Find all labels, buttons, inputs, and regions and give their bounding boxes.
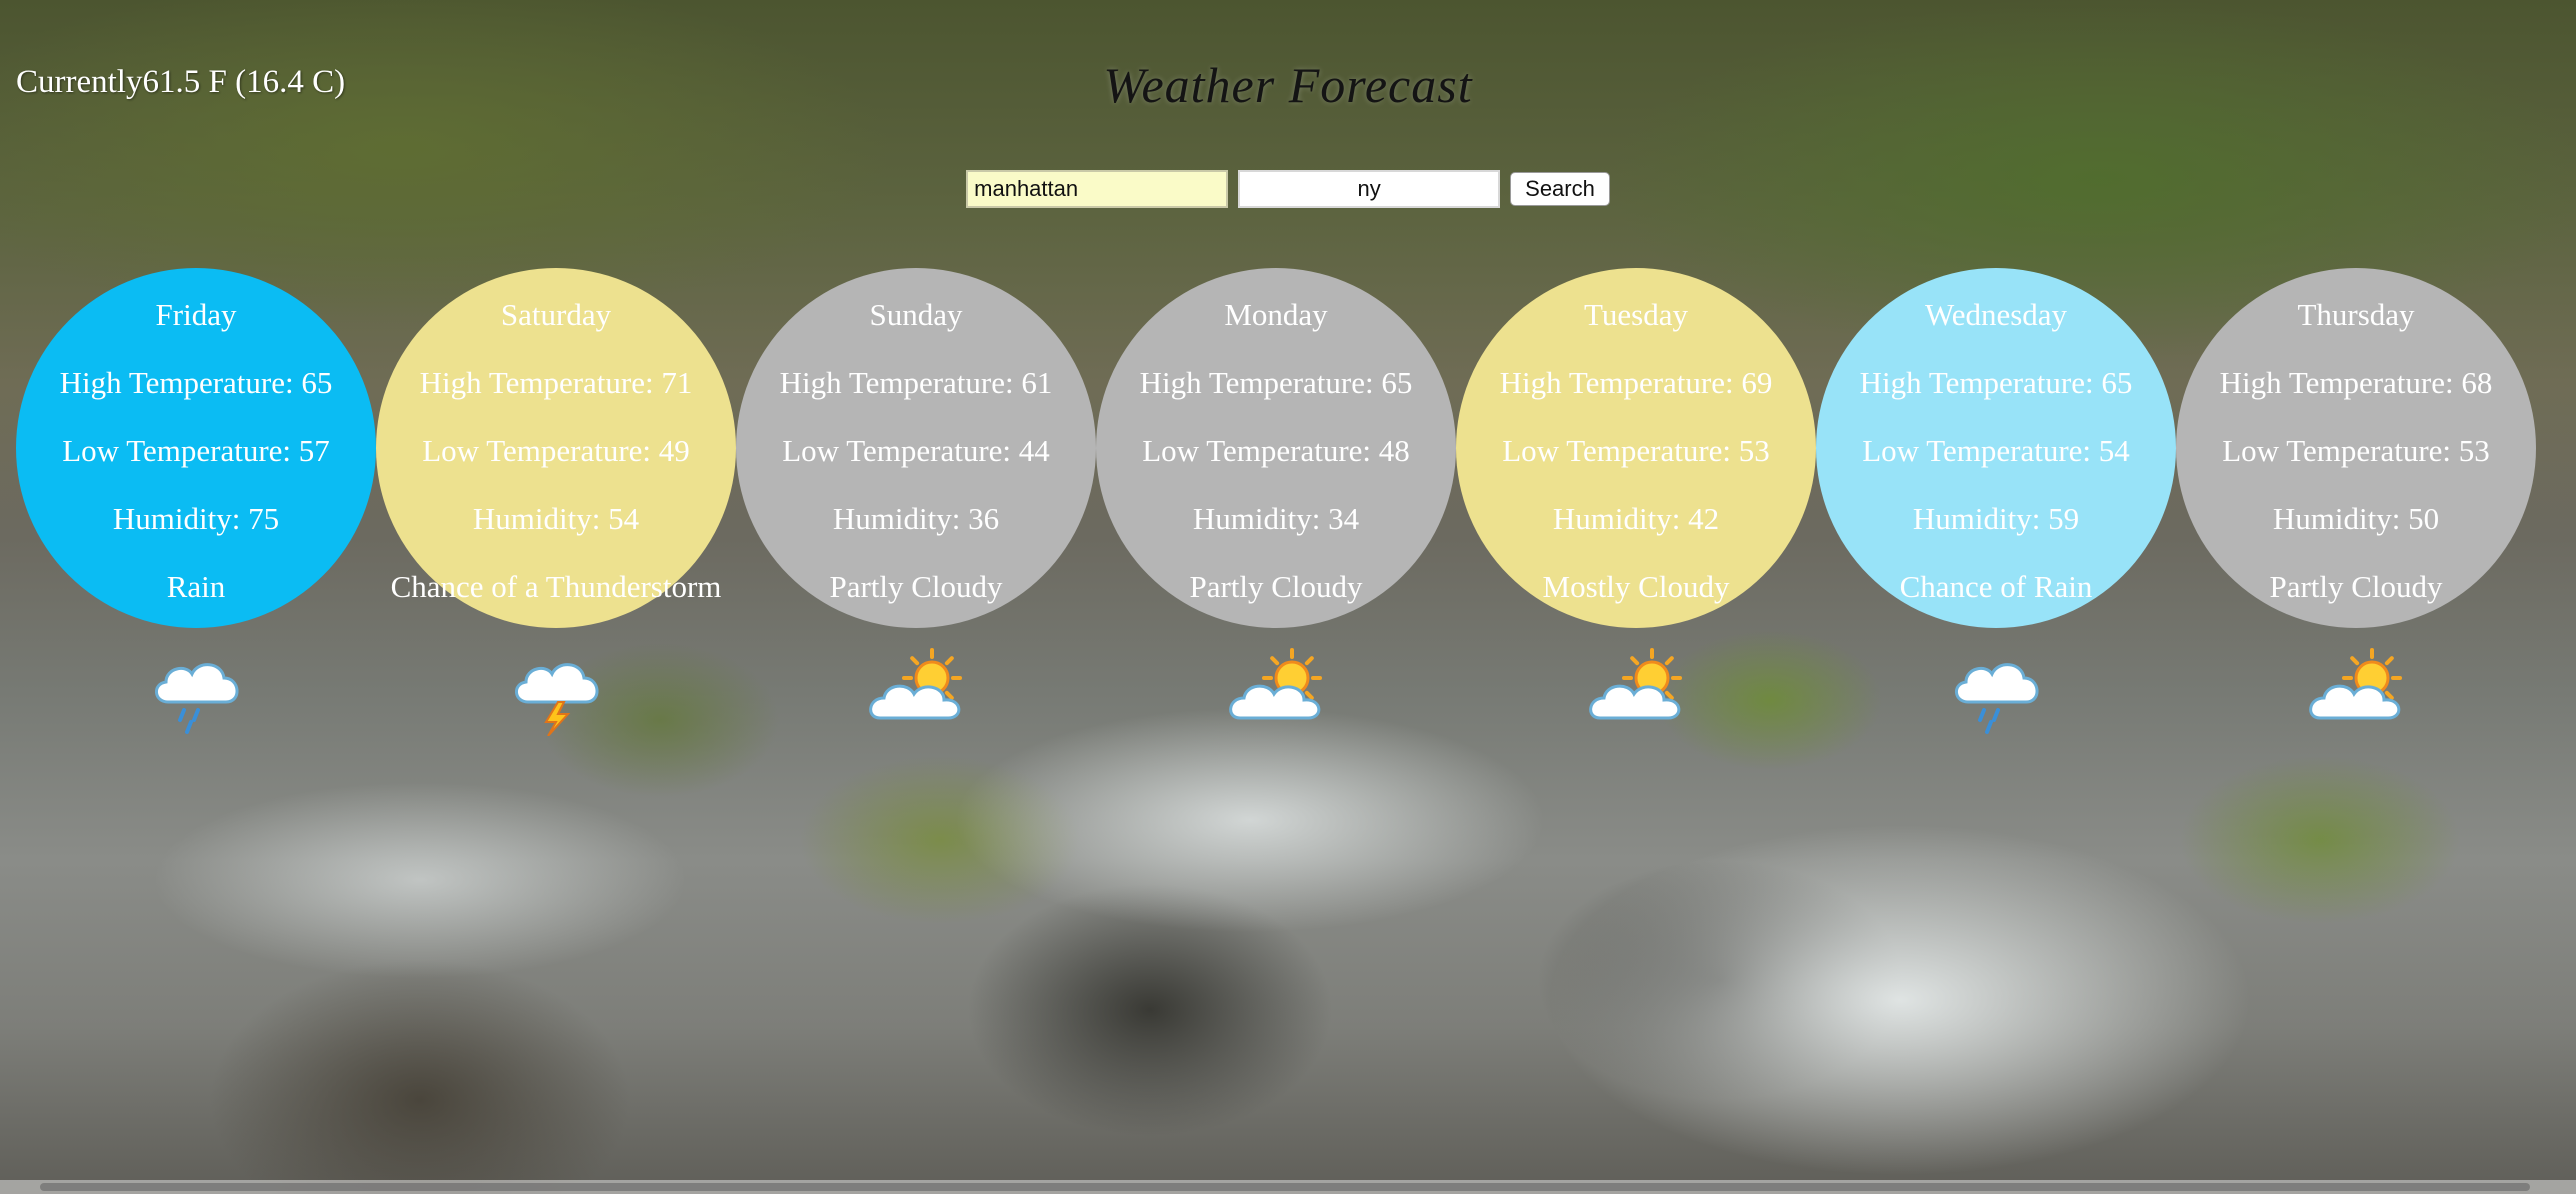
high-temperature: High Temperature: 71 bbox=[419, 365, 693, 400]
humidity: Humidity: 36 bbox=[832, 501, 1000, 536]
page-title: Weather Forecast bbox=[1103, 57, 1473, 113]
low-temperature: Low Temperature: 53 bbox=[2222, 433, 2490, 468]
humidity: Humidity: 34 bbox=[1192, 501, 1360, 536]
high-temperature: High Temperature: 61 bbox=[779, 365, 1053, 400]
partly-cloudy-icon bbox=[869, 648, 962, 720]
partly-cloudy-icon bbox=[1589, 648, 1682, 720]
city-input[interactable] bbox=[966, 170, 1229, 208]
condition: Partly Cloudy bbox=[1189, 569, 1363, 604]
search-bar: Search bbox=[0, 170, 2576, 208]
horizontal-scrollbar[interactable] bbox=[0, 1180, 2576, 1194]
forecast-day-tuesday: Tuesday High Temperature: 69 Low Tempera… bbox=[1456, 268, 1816, 748]
day-name: Sunday bbox=[869, 297, 963, 332]
low-temperature: Low Temperature: 44 bbox=[782, 433, 1050, 468]
day-name: Monday bbox=[1224, 297, 1328, 332]
condition: Partly Cloudy bbox=[2269, 569, 2443, 604]
thunderstorm-icon bbox=[515, 663, 599, 736]
forecast-day-wednesday: Wednesday High Temperature: 65 Low Tempe… bbox=[1816, 268, 2176, 748]
high-temperature: High Temperature: 69 bbox=[1499, 365, 1773, 400]
search-button[interactable]: Search bbox=[1510, 172, 1610, 206]
scrollbar-thumb[interactable] bbox=[40, 1183, 2530, 1191]
partly-cloudy-icon bbox=[2309, 648, 2402, 720]
condition: Chance of Rain bbox=[1899, 569, 2093, 604]
day-name: Tuesday bbox=[1584, 297, 1688, 332]
rain-cloud-icon bbox=[155, 663, 239, 734]
high-temperature: High Temperature: 65 bbox=[1139, 365, 1413, 400]
humidity: Humidity: 50 bbox=[2272, 501, 2440, 536]
condition: Chance of a Thunderstorm bbox=[390, 569, 722, 604]
forecast-day-friday: Friday High Temperature: 65 Low Temperat… bbox=[16, 268, 376, 748]
humidity: Humidity: 59 bbox=[1912, 501, 2080, 536]
high-temperature: High Temperature: 68 bbox=[2219, 365, 2493, 400]
state-input[interactable] bbox=[1238, 170, 1501, 208]
humidity: Humidity: 42 bbox=[1552, 501, 1720, 536]
forecast-day-sunday: Sunday High Temperature: 61 Low Temperat… bbox=[736, 268, 1096, 748]
forecast-day-thursday: Thursday High Temperature: 68 Low Temper… bbox=[2176, 268, 2536, 748]
condition: Partly Cloudy bbox=[829, 569, 1003, 604]
low-temperature: Low Temperature: 54 bbox=[1862, 433, 2130, 468]
low-temperature: Low Temperature: 57 bbox=[62, 433, 330, 468]
humidity: Humidity: 75 bbox=[112, 501, 280, 536]
forecast-list: Friday High Temperature: 65 Low Temperat… bbox=[16, 268, 2536, 748]
low-temperature: Low Temperature: 53 bbox=[1502, 433, 1770, 468]
humidity: Humidity: 54 bbox=[472, 501, 640, 536]
high-temperature: High Temperature: 65 bbox=[59, 365, 333, 400]
low-temperature: Low Temperature: 49 bbox=[422, 433, 690, 468]
forecast-day-saturday: Saturday High Temperature: 71 Low Temper… bbox=[376, 268, 736, 748]
rain-cloud-icon bbox=[1955, 663, 2039, 734]
condition: Mostly Cloudy bbox=[1542, 569, 1730, 604]
forecast-day-monday: Monday High Temperature: 65 Low Temperat… bbox=[1096, 268, 1456, 748]
day-name: Thursday bbox=[2297, 297, 2415, 332]
condition: Rain bbox=[166, 569, 226, 604]
day-name: Saturday bbox=[500, 297, 612, 332]
partly-cloudy-icon bbox=[1229, 648, 1322, 720]
high-temperature: High Temperature: 65 bbox=[1859, 365, 2133, 400]
day-name: Friday bbox=[155, 297, 237, 332]
day-name: Wednesday bbox=[1924, 297, 2068, 332]
low-temperature: Low Temperature: 48 bbox=[1142, 433, 1410, 468]
